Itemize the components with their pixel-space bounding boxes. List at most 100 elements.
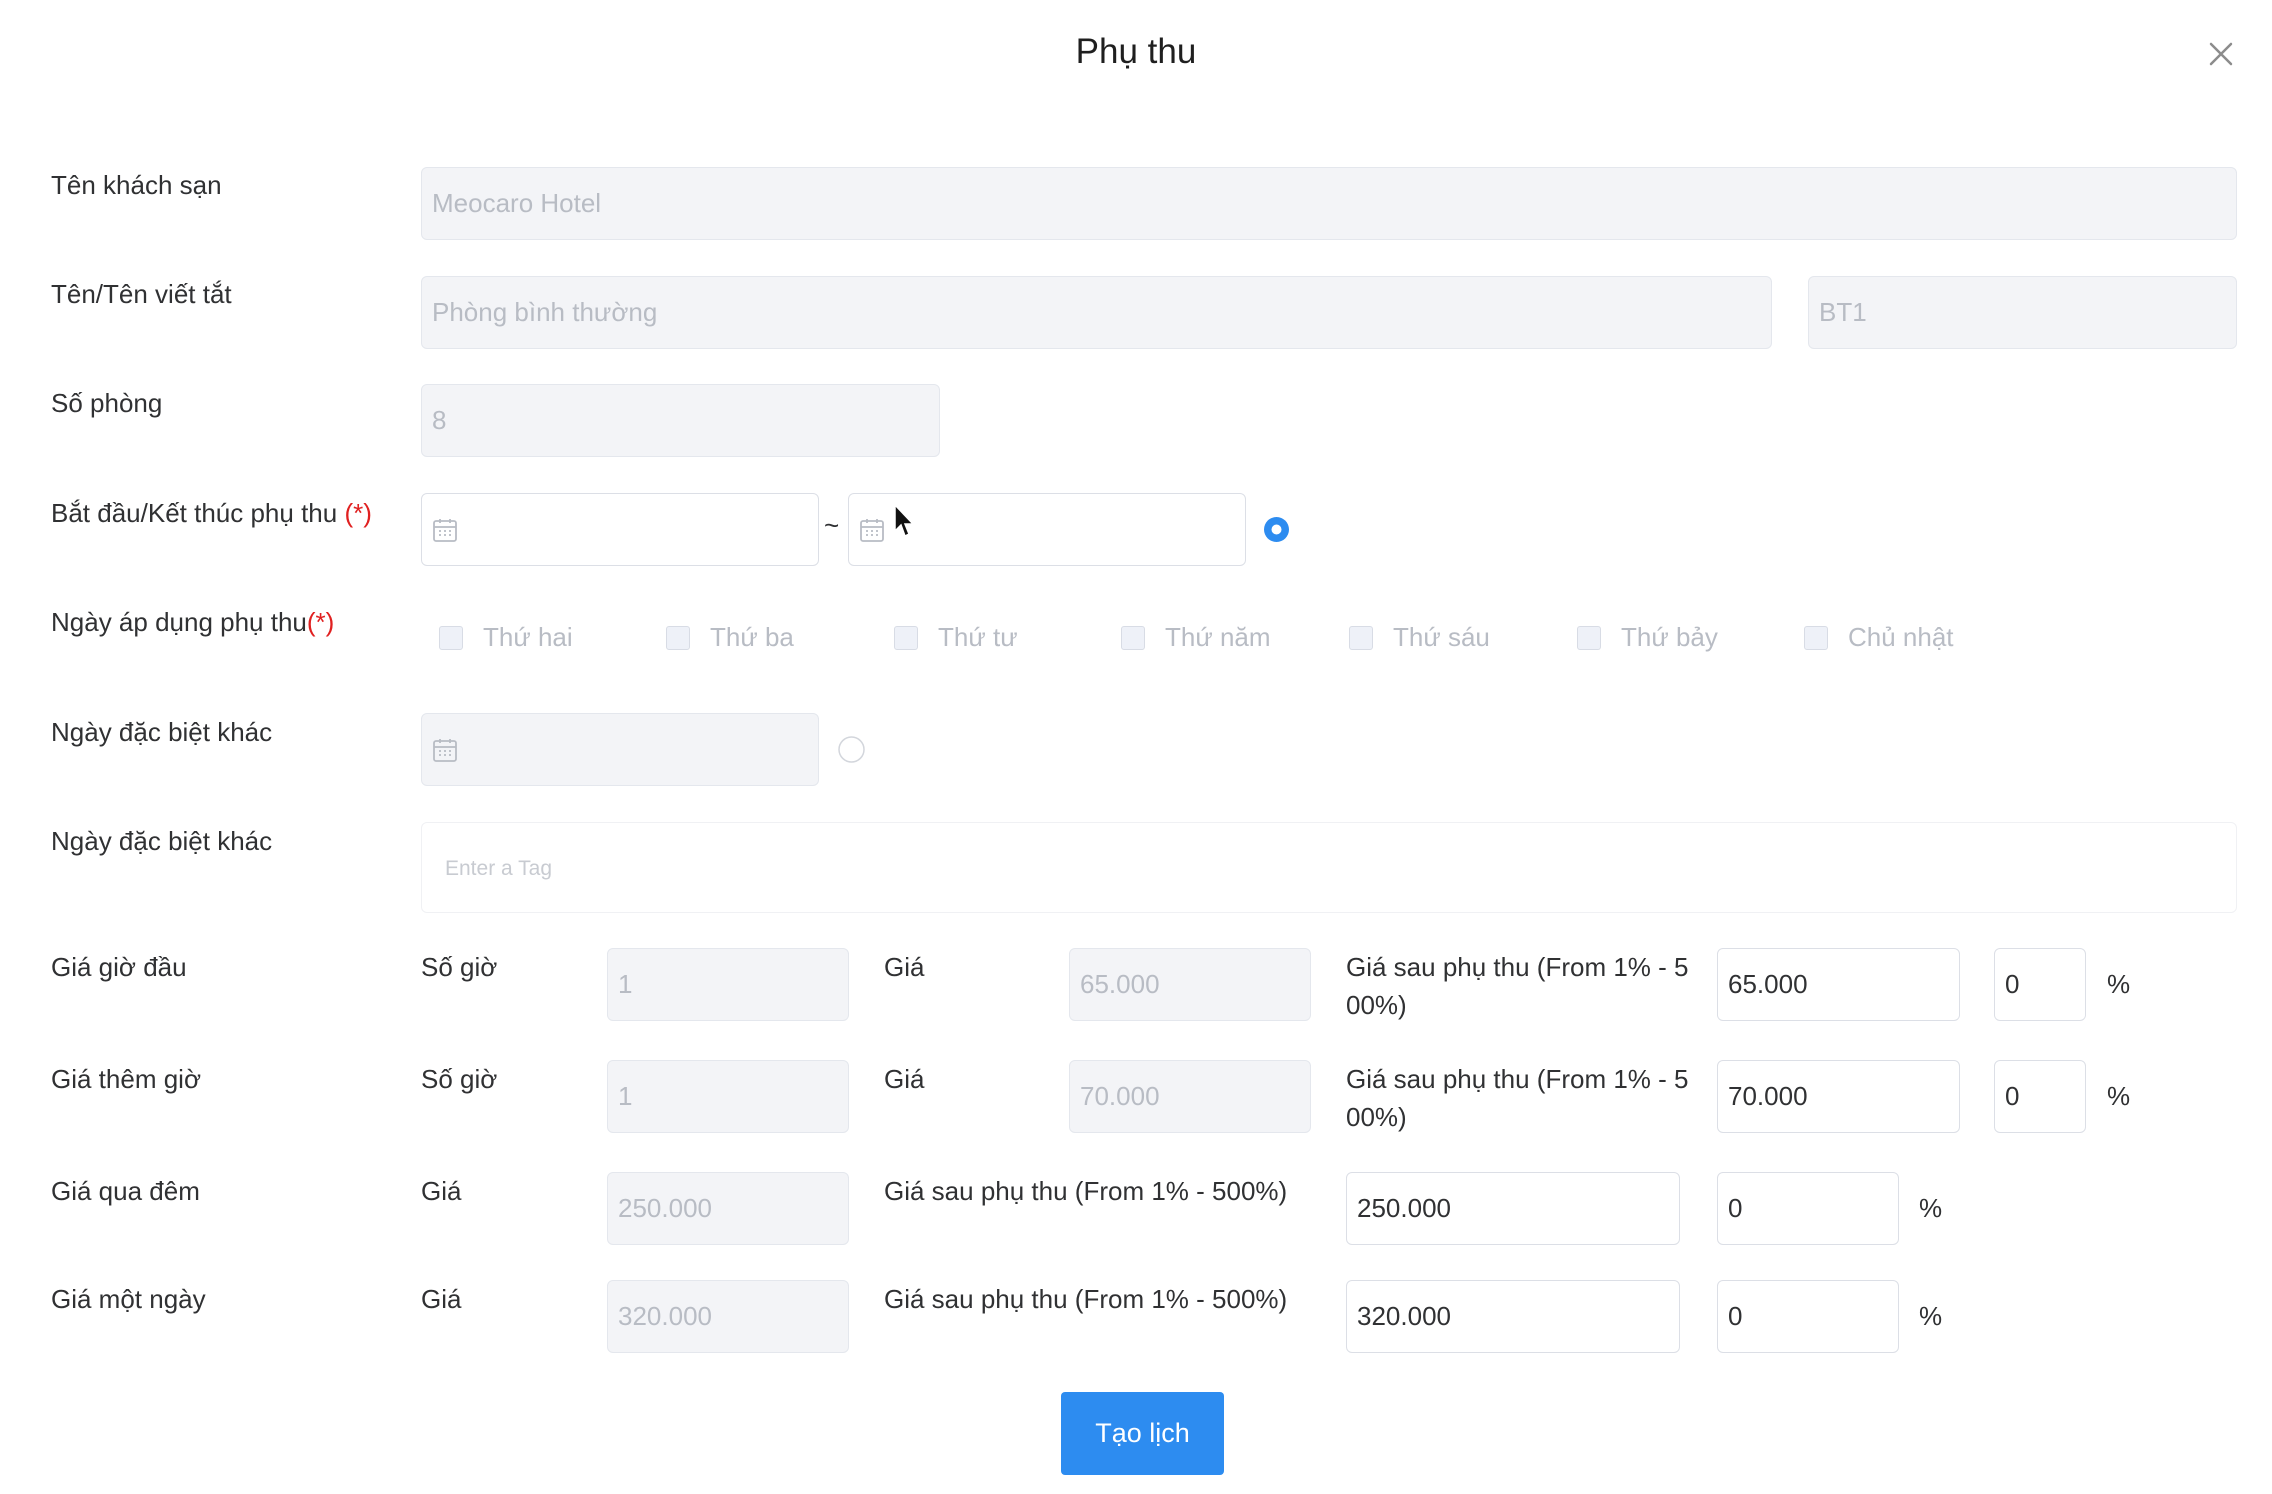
extra-hour-label: Giá thêm giờ <box>51 1064 201 1094</box>
overnight-percent-input[interactable]: 0 <box>1717 1172 1899 1245</box>
room-name-input[interactable]: Phòng bình thường <box>421 276 1772 349</box>
full-day-price-value: 320.000 <box>618 1301 712 1331</box>
create-schedule-button[interactable]: Tạo lịch <box>1061 1392 1224 1475</box>
calendar-icon <box>433 738 457 762</box>
special-tags-label: Ngày đặc biệt khác <box>51 826 273 856</box>
full-day-percent-value: 0 <box>1728 1301 1743 1331</box>
calendar-icon <box>433 518 457 542</box>
first-hour-price-label: Giá <box>884 952 925 982</box>
full-day-after-value: 320.000 <box>1357 1301 1451 1331</box>
date-range-separator: ~ <box>824 510 840 540</box>
extra-hour-percent-value: 0 <box>2005 1081 2020 1111</box>
checkbox[interactable] <box>1804 625 1828 650</box>
extra-hour-hours-input[interactable]: 1 <box>607 1060 849 1133</box>
day-label: Thứ năm <box>1165 622 1271 652</box>
first-hour-after-value: 65.000 <box>1728 969 1808 999</box>
overnight-after-input[interactable]: 250.000 <box>1346 1172 1680 1245</box>
day-label: Chủ nhật <box>1848 622 1954 652</box>
day-checkbox-saturday[interactable]: Thứ bảy <box>1577 622 1718 653</box>
extra-hour-hours-value: 1 <box>618 1081 633 1111</box>
extra-hour-price-value: 70.000 <box>1080 1081 1160 1111</box>
mouse-cursor-icon <box>893 503 917 539</box>
day-label: Thứ ba <box>710 622 794 652</box>
full-day-label: Giá một ngày <box>51 1284 206 1314</box>
overnight-price-input[interactable]: 250.000 <box>607 1172 849 1245</box>
apply-days-label-text: Ngày áp dụng phụ thu <box>51 607 307 637</box>
room-count-label: Số phòng <box>51 388 163 418</box>
close-icon[interactable] <box>2205 38 2237 70</box>
extra-hour-price-input[interactable]: 70.000 <box>1069 1060 1311 1133</box>
extra-hour-after-input[interactable]: 70.000 <box>1717 1060 1960 1133</box>
room-name-value: Phòng bình thường <box>432 297 658 327</box>
overnight-price-label: Giá <box>421 1176 462 1206</box>
day-label: Thứ hai <box>483 622 573 652</box>
full-day-price-label: Giá <box>421 1284 462 1314</box>
first-hour-hours-value: 1 <box>618 969 633 999</box>
full-day-after-input[interactable]: 320.000 <box>1346 1280 1680 1353</box>
hotel-name-label: Tên khách sạn <box>51 170 222 200</box>
first-hour-after-input[interactable]: 65.000 <box>1717 948 1960 1021</box>
special-date-label: Ngày đặc biệt khác <box>51 717 273 747</box>
room-count-value: 8 <box>432 405 447 435</box>
room-name-label: Tên/Tên viết tắt <box>51 279 232 309</box>
day-label: Thứ tư <box>938 622 1018 652</box>
percent-sign: % <box>2107 1081 2131 1111</box>
percent-sign: % <box>2107 969 2131 999</box>
hotel-name-value: Meocaro Hotel <box>432 188 602 218</box>
overnight-after-value: 250.000 <box>1357 1193 1451 1223</box>
checkbox[interactable] <box>1121 625 1145 650</box>
checkbox[interactable] <box>666 625 690 650</box>
checkbox[interactable] <box>1349 625 1373 650</box>
special-date-radio[interactable] <box>838 736 865 763</box>
extra-hour-after-value: 70.000 <box>1728 1081 1808 1111</box>
full-day-percent-input[interactable]: 0 <box>1717 1280 1899 1353</box>
percent-sign: % <box>1919 1193 1943 1223</box>
overnight-label: Giá qua đêm <box>51 1176 200 1206</box>
surcharge-period-radio[interactable] <box>1263 516 1290 543</box>
room-short-name-value: BT1 <box>1819 297 1867 327</box>
first-hour-price-value: 65.000 <box>1080 969 1160 999</box>
day-label: Thứ sáu <box>1393 622 1490 652</box>
extra-hour-hours-label: Số giờ <box>421 1064 498 1094</box>
checkbox[interactable] <box>894 625 918 650</box>
extra-hour-price-label: Giá <box>884 1064 925 1094</box>
checkbox[interactable] <box>1577 625 1601 650</box>
day-label: Thứ bảy <box>1621 622 1718 652</box>
special-date-picker[interactable] <box>421 713 819 786</box>
first-hour-hours-input[interactable]: 1 <box>607 948 849 1021</box>
extra-hour-after-label: Giá sau phụ thu (From 1% - 5 00%) <box>1346 1064 1689 1132</box>
day-checkbox-sunday[interactable]: Chủ nhật <box>1804 622 1954 653</box>
checkbox[interactable] <box>439 625 463 650</box>
day-checkbox-tuesday[interactable]: Thứ ba <box>666 622 794 653</box>
surcharge-period-label-text: Bắt đầu/Kết thúc phụ thu <box>51 498 338 528</box>
overnight-percent-value: 0 <box>1728 1193 1743 1223</box>
start-date-picker[interactable] <box>421 493 819 566</box>
overnight-price-value: 250.000 <box>618 1193 712 1223</box>
day-checkbox-monday[interactable]: Thứ hai <box>439 622 573 653</box>
first-hour-price-input[interactable]: 65.000 <box>1069 948 1311 1021</box>
room-short-name-input[interactable]: BT1 <box>1808 276 2237 349</box>
hotel-name-input[interactable]: Meocaro Hotel <box>421 167 2237 240</box>
calendar-icon <box>860 518 884 542</box>
full-day-after-label: Giá sau phụ thu (From 1% - 500%) <box>884 1284 1288 1314</box>
day-checkbox-thursday[interactable]: Thứ năm <box>1121 622 1271 653</box>
first-hour-percent-input[interactable]: 0 <box>1994 948 2086 1021</box>
day-checkbox-friday[interactable]: Thứ sáu <box>1349 622 1490 653</box>
first-hour-percent-value: 0 <box>2005 969 2020 999</box>
first-hour-hours-label: Số giờ <box>421 952 498 982</box>
full-day-price-input[interactable]: 320.000 <box>607 1280 849 1353</box>
extra-hour-percent-input[interactable]: 0 <box>1994 1060 2086 1133</box>
surcharge-period-label: Bắt đầu/Kết thúc phụ thu (*) <box>51 494 372 532</box>
room-count-input[interactable]: 8 <box>421 384 940 457</box>
first-hour-label: Giá giờ đầu <box>51 952 187 982</box>
day-checkbox-wednesday[interactable]: Thứ tư <box>894 622 1018 653</box>
required-mark: (*) <box>306 607 335 637</box>
first-hour-after-label: Giá sau phụ thu (From 1% - 5 00%) <box>1346 952 1689 1020</box>
overnight-after-label: Giá sau phụ thu (From 1% - 500%) <box>884 1176 1288 1206</box>
tag-placeholder: Enter a Tag <box>445 857 553 880</box>
tag-input[interactable]: Enter a Tag <box>421 822 2237 913</box>
percent-sign: % <box>1919 1301 1943 1331</box>
required-mark: (*) <box>344 498 372 528</box>
apply-days-label: Ngày áp dụng phụ thu(*) <box>51 603 334 641</box>
dialog-title: Phụ thu <box>1075 32 1197 71</box>
